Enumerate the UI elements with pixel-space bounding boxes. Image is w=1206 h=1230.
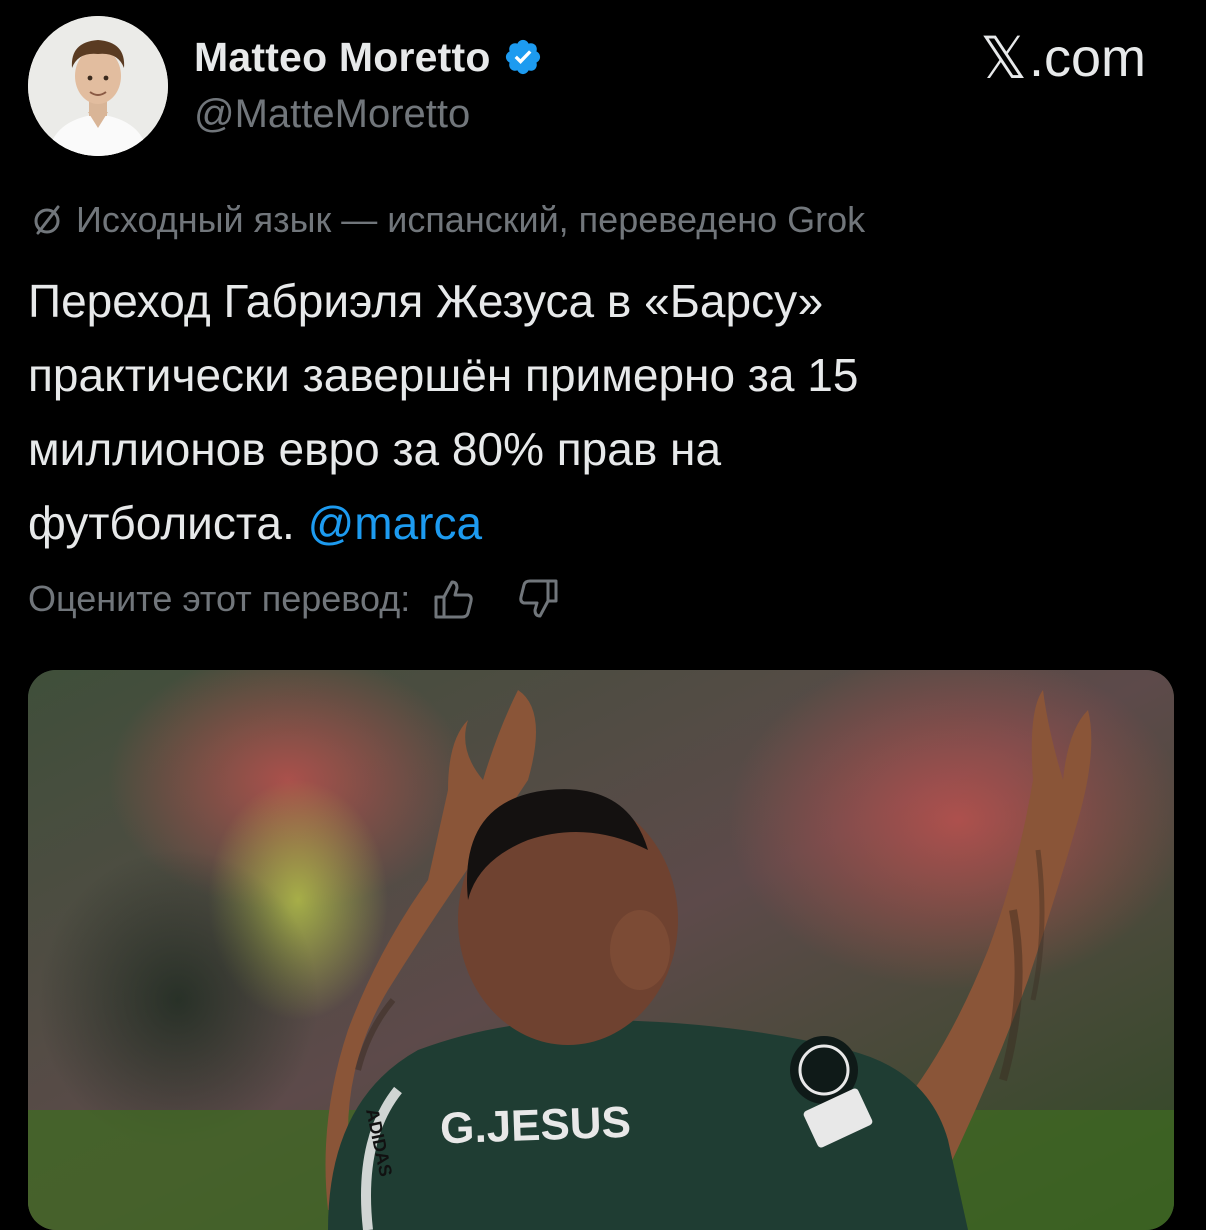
- verified-badge-icon: [505, 39, 540, 75]
- translate-icon: [34, 205, 60, 235]
- author-name-text[interactable]: Matteo Moretto: [194, 34, 491, 81]
- tweet-line-1: Переход Габриэля Жезуса в «Барсу»: [28, 275, 824, 327]
- thumbs-down-button[interactable]: [514, 575, 562, 623]
- tweet-line-3: миллионов евро за 80% прав на: [28, 423, 722, 475]
- thumbs-down-icon: [519, 579, 558, 618]
- thumbs-up-icon: [434, 580, 473, 619]
- rate-translation-label: Оцените этот перевод:: [28, 578, 411, 619]
- translation-note-text: Исходный язык — испанский, переведено Gr…: [76, 199, 866, 240]
- jersey-name-text: G.JESUS: [439, 1098, 631, 1154]
- tweet-line-4-text: футболиста.: [28, 497, 295, 549]
- author-name[interactable]: Matteo Moretto: [194, 30, 543, 84]
- rate-translation-row: Оцените этот перевод:: [28, 574, 562, 624]
- thumbs-up-button[interactable]: [430, 575, 478, 623]
- author-handle[interactable]: @MatteMoretto: [194, 92, 470, 137]
- mention-link[interactable]: @marca: [308, 497, 483, 549]
- tweet-line-2: практически завершён примерно за 15: [28, 349, 859, 401]
- tweet-media-photo[interactable]: G.JESUS ADIDAS: [28, 670, 1174, 1230]
- translation-note: Исходный язык — испанский, переведено Gr…: [28, 198, 865, 242]
- x-logo-icon: 𝕏: [980, 24, 1027, 92]
- brand-domain: .com: [1028, 28, 1146, 88]
- avatar[interactable]: [28, 16, 168, 156]
- tweet-text: Переход Габриэля Жезуса в «Барсу» практи…: [28, 264, 1148, 560]
- tweet-line-4: футболиста. @marca: [28, 486, 1148, 560]
- x-com-logo: 𝕏 .com: [980, 24, 1146, 92]
